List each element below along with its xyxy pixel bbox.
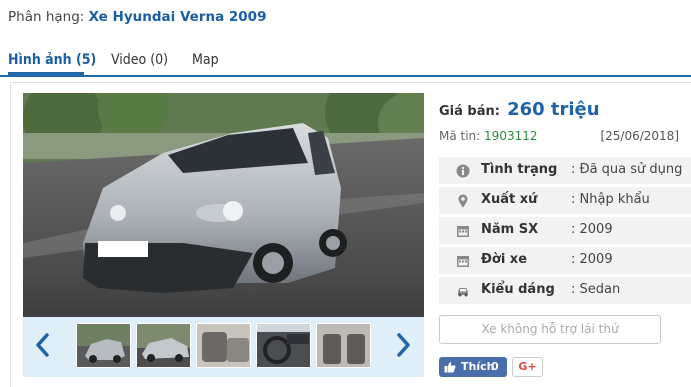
car-icon [456, 283, 470, 297]
thumbnail-3[interactable] [196, 323, 251, 368]
facebook-like-button[interactable]: Thích 0 [439, 357, 507, 377]
calendar-icon [456, 253, 470, 267]
spec-value: : 2009 [571, 222, 613, 237]
thumbnail-2[interactable] [136, 323, 191, 368]
map-pin-icon [456, 193, 470, 208]
spec-row-origin: Xuất xứ : Nhập khẩu [439, 187, 691, 214]
google-plus-button[interactable]: G+ [512, 357, 543, 377]
thumbs-up-icon [444, 361, 456, 373]
main-car-photo[interactable] [23, 93, 424, 317]
chevron-right-icon[interactable] [391, 329, 415, 361]
spec-value: : 2009 [571, 252, 613, 267]
spec-value: : Sedan [571, 282, 621, 297]
spec-row-model-year: Đời xe : 2009 [439, 247, 691, 274]
spec-label: Đời xe [481, 252, 528, 267]
post-date: [25/06/2018] [600, 129, 679, 143]
thumbnail-5[interactable] [316, 323, 371, 368]
price-label: Giá bán: [439, 104, 500, 119]
spec-label: Kiểu dáng [481, 282, 555, 297]
like-count: 0 [491, 360, 499, 373]
spec-label: Tình trạng [481, 162, 558, 177]
spec-row-body-style: Kiểu dáng : Sedan [439, 277, 691, 304]
chevron-left-icon[interactable] [31, 329, 55, 361]
category-line: Phân hạng: Xe Hyundai Verna 2009 [8, 9, 266, 25]
spec-row-year: Năm SX : 2009 [439, 217, 691, 244]
spec-value: : Đã qua sử dụng [571, 162, 683, 177]
tab-map[interactable]: Map [192, 52, 219, 68]
thumbnail-1[interactable] [76, 323, 131, 368]
category-link[interactable]: Xe Hyundai Verna 2009 [89, 9, 267, 25]
car-photo-image [23, 93, 424, 317]
price-row: Giá bán: 260 triệu [439, 99, 600, 120]
spec-row-condition: Tình trạng : Đã qua sử dụng [439, 157, 691, 184]
listing-code-row: Mã tin: 1903112 [25/06/2018] [439, 129, 691, 143]
thumbnail-4[interactable] [256, 323, 311, 368]
price-value: 260 triệu [507, 99, 600, 120]
code-value: 1903112 [484, 129, 538, 143]
thumbnail-strip [23, 317, 424, 377]
test-drive-button[interactable]: Xe không hỗ trợ lái thử [439, 315, 661, 344]
code-label: Mã tin: [439, 129, 481, 143]
category-label: Phân hạng: [8, 9, 85, 25]
spec-label: Xuất xứ [481, 192, 538, 207]
spec-value: : Nhập khẩu [571, 192, 650, 207]
calendar-icon [456, 223, 470, 237]
active-tab-indicator [8, 72, 84, 75]
photo-gallery [23, 93, 424, 377]
like-label: Thích [461, 360, 495, 373]
tab-video[interactable]: Video (0) [111, 52, 168, 68]
spec-label: Năm SX [481, 222, 539, 237]
info-icon [456, 163, 470, 178]
tab-images[interactable]: Hình ảnh (5) [8, 52, 96, 68]
media-tabs: Hình ảnh (5) Video (0) Map [0, 48, 691, 77]
